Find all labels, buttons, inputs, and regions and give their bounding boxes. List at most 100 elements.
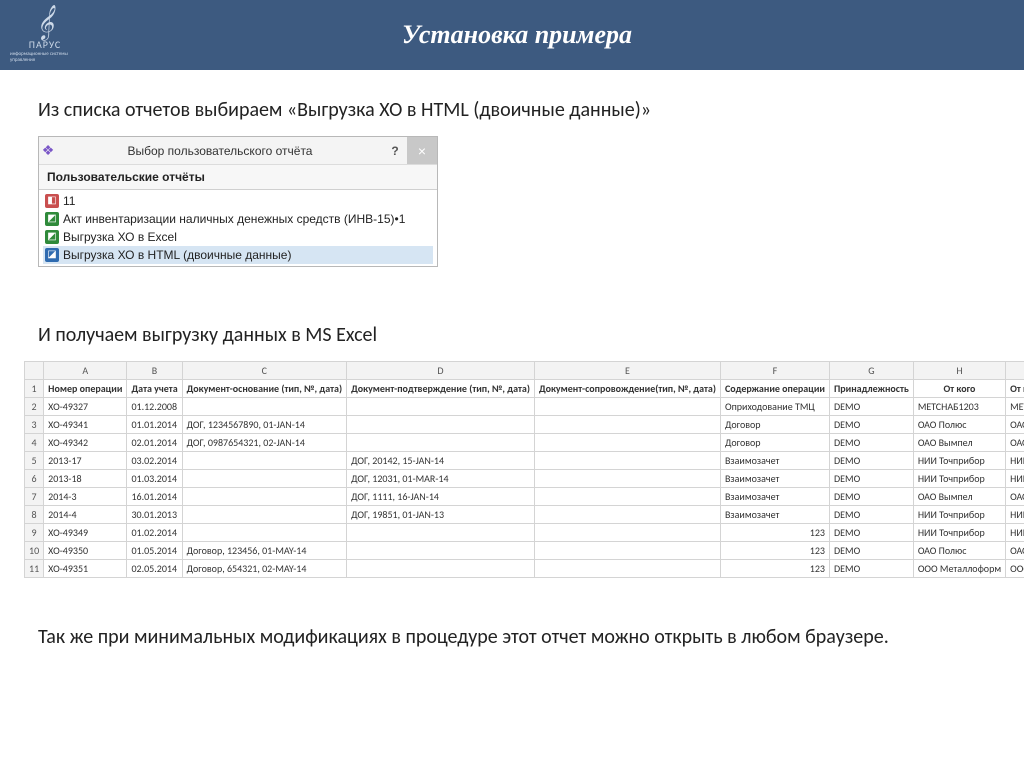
cell[interactable]: ОАО Вымпел: [1006, 488, 1024, 506]
corner-cell[interactable]: [25, 362, 44, 380]
cell[interactable]: DEMO: [829, 524, 913, 542]
row-number[interactable]: 4: [25, 434, 44, 452]
cell[interactable]: ОАО ПОлюс: [1006, 416, 1024, 434]
cell[interactable]: НИИ Точприбор: [1006, 470, 1024, 488]
cell[interactable]: 30.01.2013: [127, 506, 182, 524]
cell[interactable]: Договор: [720, 434, 829, 452]
cell[interactable]: 02.01.2014: [127, 434, 182, 452]
cell[interactable]: 2014-4: [44, 506, 127, 524]
col-letter[interactable]: F: [720, 362, 829, 380]
cell[interactable]: Оприходование ТМЦ: [720, 398, 829, 416]
cell[interactable]: ОАО Полюс: [1006, 542, 1024, 560]
cell[interactable]: ДОГ, 1111, 16-JAN-14: [347, 488, 535, 506]
cell[interactable]: НИИ Точприбор: [913, 506, 1005, 524]
cell[interactable]: 2013-17: [44, 452, 127, 470]
cell[interactable]: 01.03.2014: [127, 470, 182, 488]
cell[interactable]: [534, 524, 720, 542]
cell[interactable]: ХО-49327: [44, 398, 127, 416]
cell[interactable]: НИИ Точприбор: [1006, 524, 1024, 542]
cell[interactable]: Взаимозачет: [720, 470, 829, 488]
cell[interactable]: DEMO: [829, 452, 913, 470]
cell[interactable]: [347, 542, 535, 560]
cell[interactable]: Взаимозачет: [720, 506, 829, 524]
cell[interactable]: ДОГ, 0987654321, 02-JAN-14: [182, 434, 346, 452]
cell[interactable]: НИИ Точприбор: [913, 470, 1005, 488]
header-cell[interactable]: Содержание операции: [720, 380, 829, 398]
report-item[interactable]: ◩ Выгрузка ХО в Excel: [43, 228, 433, 246]
row-number[interactable]: 3: [25, 416, 44, 434]
help-button[interactable]: ?: [383, 144, 407, 158]
cell[interactable]: ХО-49341: [44, 416, 127, 434]
cell[interactable]: DEMO: [829, 470, 913, 488]
col-letter[interactable]: C: [182, 362, 346, 380]
header-cell[interactable]: Документ-подтверждение (тип, №, дата): [347, 380, 535, 398]
cell[interactable]: [347, 398, 535, 416]
cell[interactable]: МЕТСНАБ1203: [1006, 398, 1024, 416]
header-cell[interactable]: Документ-сопровождение(тип, №, дата): [534, 380, 720, 398]
cell[interactable]: [347, 524, 535, 542]
cell[interactable]: ДОГ, 19851, 01-JAN-13: [347, 506, 535, 524]
cell[interactable]: [534, 470, 720, 488]
cell[interactable]: НИИ Точприбор: [913, 452, 1005, 470]
cell[interactable]: НИИ Точприбор: [1006, 452, 1024, 470]
cell[interactable]: ОАО Вымпел: [913, 488, 1005, 506]
header-cell[interactable]: Дата учета: [127, 380, 182, 398]
header-cell[interactable]: Номер операции: [44, 380, 127, 398]
cell[interactable]: ООО Металлоформ: [913, 560, 1005, 578]
cell[interactable]: НИИ Точприбор: [913, 524, 1005, 542]
cell[interactable]: Договор, 123456, 01-MAY-14: [182, 542, 346, 560]
cell[interactable]: Договор, 654321, 02-MAY-14: [182, 560, 346, 578]
row-number[interactable]: 6: [25, 470, 44, 488]
col-letter-selected[interactable]: D: [347, 362, 535, 380]
cell[interactable]: ОАО Вымпел: [1006, 434, 1024, 452]
cell[interactable]: 01.12.2008: [127, 398, 182, 416]
row-number[interactable]: 10: [25, 542, 44, 560]
cell[interactable]: Взаимозачет: [720, 488, 829, 506]
cell[interactable]: 123: [720, 560, 829, 578]
cell[interactable]: DEMO: [829, 560, 913, 578]
dialog-tab[interactable]: Пользовательские отчёты: [39, 165, 437, 190]
cell[interactable]: ДОГ, 12031, 01-MAR-14: [347, 470, 535, 488]
col-letter[interactable]: I: [1006, 362, 1024, 380]
close-button[interactable]: ×: [407, 137, 437, 164]
cell[interactable]: ДОГ, 20142, 15-JAN-14: [347, 452, 535, 470]
cell[interactable]: 01.01.2014: [127, 416, 182, 434]
cell[interactable]: [182, 524, 346, 542]
header-cell[interactable]: Принадлежность: [829, 380, 913, 398]
cell[interactable]: НИИ Точприбор: [1006, 506, 1024, 524]
cell[interactable]: [534, 398, 720, 416]
cell[interactable]: ОАО Полюс: [913, 542, 1005, 560]
report-item[interactable]: ◩ Акт инвентаризации наличных денежных с…: [43, 210, 433, 228]
row-number[interactable]: 11: [25, 560, 44, 578]
col-letter[interactable]: G: [829, 362, 913, 380]
cell[interactable]: ДОГ, 1234567890, 01-JAN-14: [182, 416, 346, 434]
row-number[interactable]: 8: [25, 506, 44, 524]
cell[interactable]: Договор: [720, 416, 829, 434]
cell[interactable]: [182, 488, 346, 506]
cell[interactable]: 01.05.2014: [127, 542, 182, 560]
cell[interactable]: [534, 434, 720, 452]
cell[interactable]: DEMO: [829, 434, 913, 452]
cell[interactable]: DEMO: [829, 488, 913, 506]
header-cell[interactable]: От кого: [913, 380, 1005, 398]
cell[interactable]: [534, 506, 720, 524]
cell[interactable]: DEMO: [829, 506, 913, 524]
cell[interactable]: ОАО Вымпел: [913, 434, 1005, 452]
cell[interactable]: 02.05.2014: [127, 560, 182, 578]
header-cell[interactable]: От кого (наименование контрагента): [1006, 380, 1024, 398]
cell[interactable]: ХО-49351: [44, 560, 127, 578]
cell[interactable]: [534, 452, 720, 470]
cell[interactable]: [182, 452, 346, 470]
cell[interactable]: ОАО Полюс: [913, 416, 1005, 434]
cell[interactable]: [347, 560, 535, 578]
cell[interactable]: 01.02.2014: [127, 524, 182, 542]
cell[interactable]: DEMO: [829, 416, 913, 434]
row-number[interactable]: 7: [25, 488, 44, 506]
cell[interactable]: ХО-49350: [44, 542, 127, 560]
cell[interactable]: [182, 470, 346, 488]
cell[interactable]: 2013-18: [44, 470, 127, 488]
cell[interactable]: Взаимозачет: [720, 452, 829, 470]
cell[interactable]: ХО-49349: [44, 524, 127, 542]
cell[interactable]: МЕТСНАБ1203: [913, 398, 1005, 416]
cell[interactable]: 123: [720, 524, 829, 542]
